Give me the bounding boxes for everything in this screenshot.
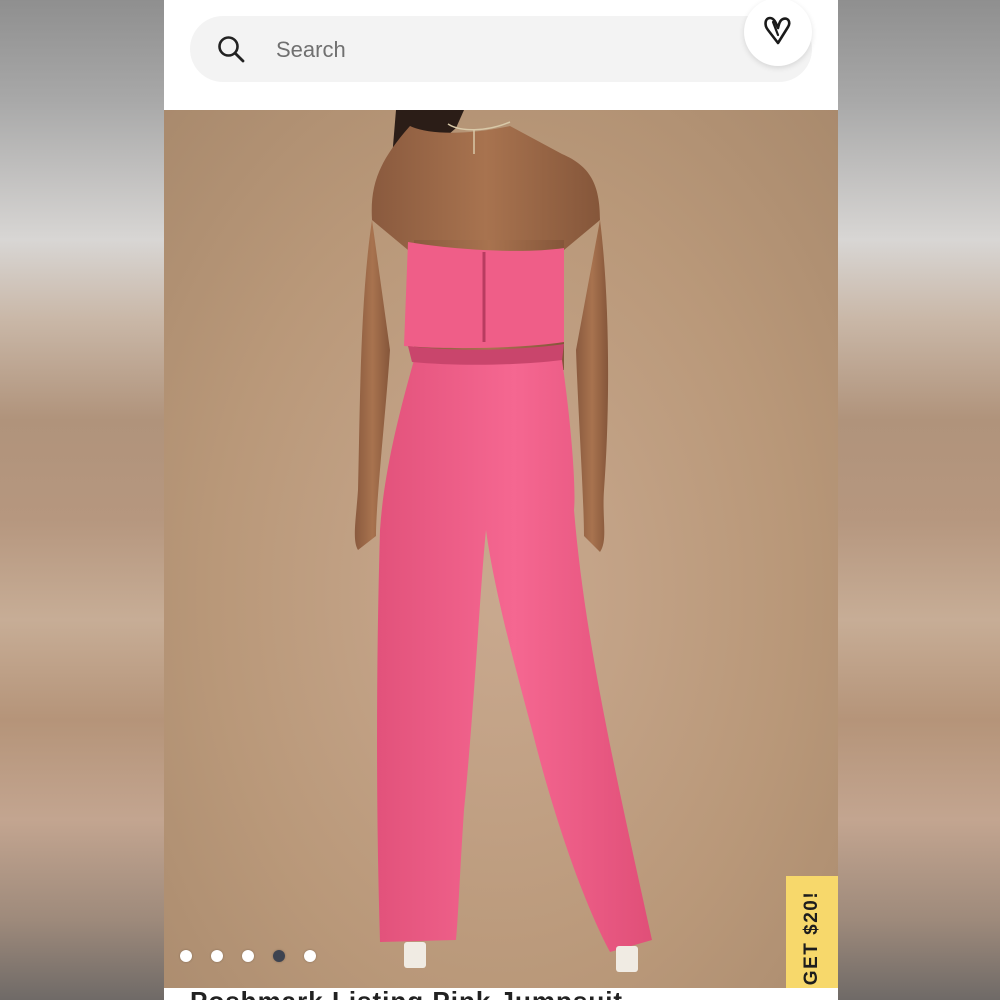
product-title: Poshmark Listing Pink Jumpsuit [190, 988, 623, 1000]
model-wearing-pink-jumpsuit [354, 110, 652, 972]
carousel-dot[interactable] [304, 950, 316, 962]
favorites-button[interactable] [744, 0, 812, 66]
top-bar [164, 0, 838, 108]
heart-icon [761, 13, 795, 52]
promo-tab[interactable]: GET $20! [786, 876, 838, 1000]
carousel-indicator [180, 948, 316, 964]
carousel-dot-active[interactable] [273, 950, 285, 962]
product-title-strip: Poshmark Listing Pink Jumpsuit [164, 988, 838, 1000]
carousel-dot[interactable] [180, 950, 192, 962]
promo-label: GET $20! [801, 890, 822, 986]
search-bar[interactable] [190, 16, 812, 82]
carousel-dot[interactable] [211, 950, 223, 962]
app-screen: GET $20! Poshmark Listing Pink Jumpsuit [164, 0, 838, 1000]
carousel-dot[interactable] [242, 950, 254, 962]
product-photo[interactable] [164, 110, 838, 988]
blurred-background-left [0, 0, 164, 1000]
blurred-background-right [838, 0, 1000, 1000]
search-icon[interactable] [216, 34, 246, 64]
search-input[interactable] [274, 30, 718, 70]
